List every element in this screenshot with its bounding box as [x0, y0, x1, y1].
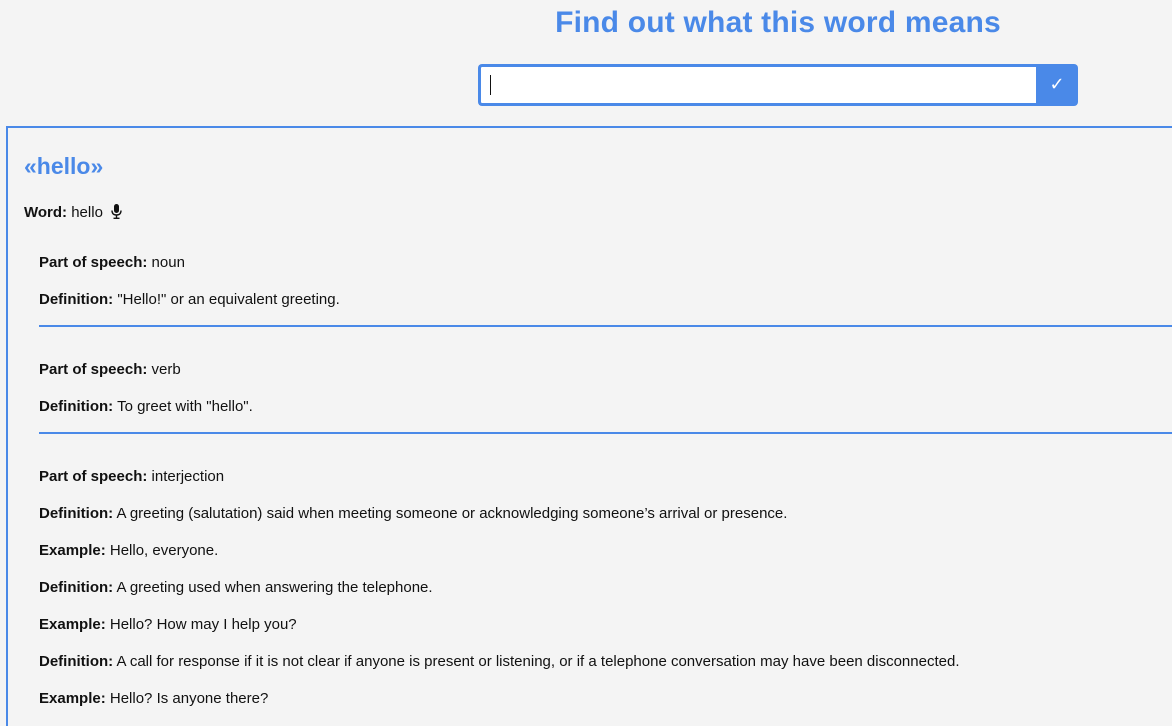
- result-panel: «hello» Word: hello Part of speech: noun…: [6, 126, 1172, 726]
- example-label: Example:: [39, 542, 106, 559]
- part-of-speech-value: interjection: [151, 468, 225, 485]
- part-of-speech-value: verb: [151, 361, 181, 378]
- definition-text: To greet with "hello".: [117, 398, 253, 415]
- page-title: Find out what this word means: [555, 6, 1001, 39]
- definition-row: Definition: "Hello!" or an equivalent gr…: [39, 290, 340, 310]
- word-title: «hello»: [24, 153, 104, 179]
- definition-row: Definition: A greeting (salutation) said…: [39, 504, 787, 524]
- part-of-speech-value: noun: [151, 254, 185, 271]
- search-form: ✓: [478, 64, 1078, 106]
- meaning-divider: [39, 432, 1172, 434]
- part-of-speech-label: Part of speech:: [39, 468, 148, 485]
- definition-text: A call for response if it is not clear i…: [116, 653, 960, 670]
- definition-label: Definition:: [39, 398, 114, 415]
- definition-label: Definition:: [39, 505, 114, 522]
- definition-row: Definition: To greet with "hello".: [39, 397, 253, 417]
- part-of-speech-label: Part of speech:: [39, 254, 148, 271]
- definition-text: A greeting used when answering the telep…: [116, 579, 433, 596]
- example-text: Hello? How may I help you?: [109, 616, 297, 633]
- part-of-speech-label: Part of speech:: [39, 361, 148, 378]
- definition-text: "Hello!" or an equivalent greeting.: [117, 291, 340, 308]
- example-row: Example: Hello? How may I help you?: [39, 615, 297, 635]
- meaning-divider: [39, 325, 1172, 327]
- definition-row: Definition: A call for response if it is…: [39, 652, 959, 672]
- search-input[interactable]: [478, 64, 1038, 106]
- text-caret: [490, 75, 491, 95]
- word-value: hello: [71, 204, 103, 221]
- part-of-speech-row: Part of speech: noun: [39, 253, 185, 273]
- microphone-icon[interactable]: [111, 204, 122, 225]
- header: Find out what this word means ✓: [0, 0, 1172, 120]
- example-row: Example: Hello? Is anyone there?: [39, 689, 268, 709]
- search-submit-button[interactable]: ✓: [1036, 64, 1078, 106]
- example-label: Example:: [39, 690, 106, 707]
- example-text: Hello, everyone.: [109, 542, 219, 559]
- definition-row: Definition: A greeting used when answeri…: [39, 578, 433, 598]
- definition-label: Definition:: [39, 653, 114, 670]
- definition-label: Definition:: [39, 291, 114, 308]
- definition-text: A greeting (salutation) said when meetin…: [116, 505, 788, 522]
- example-text: Hello? Is anyone there?: [109, 690, 269, 707]
- definition-label: Definition:: [39, 579, 114, 596]
- example-label: Example:: [39, 616, 106, 633]
- word-line: Word: hello: [24, 203, 122, 225]
- part-of-speech-row: Part of speech: interjection: [39, 467, 224, 487]
- part-of-speech-row: Part of speech: verb: [39, 360, 181, 380]
- example-row: Example: Hello, everyone.: [39, 541, 218, 561]
- word-label: Word:: [24, 204, 68, 221]
